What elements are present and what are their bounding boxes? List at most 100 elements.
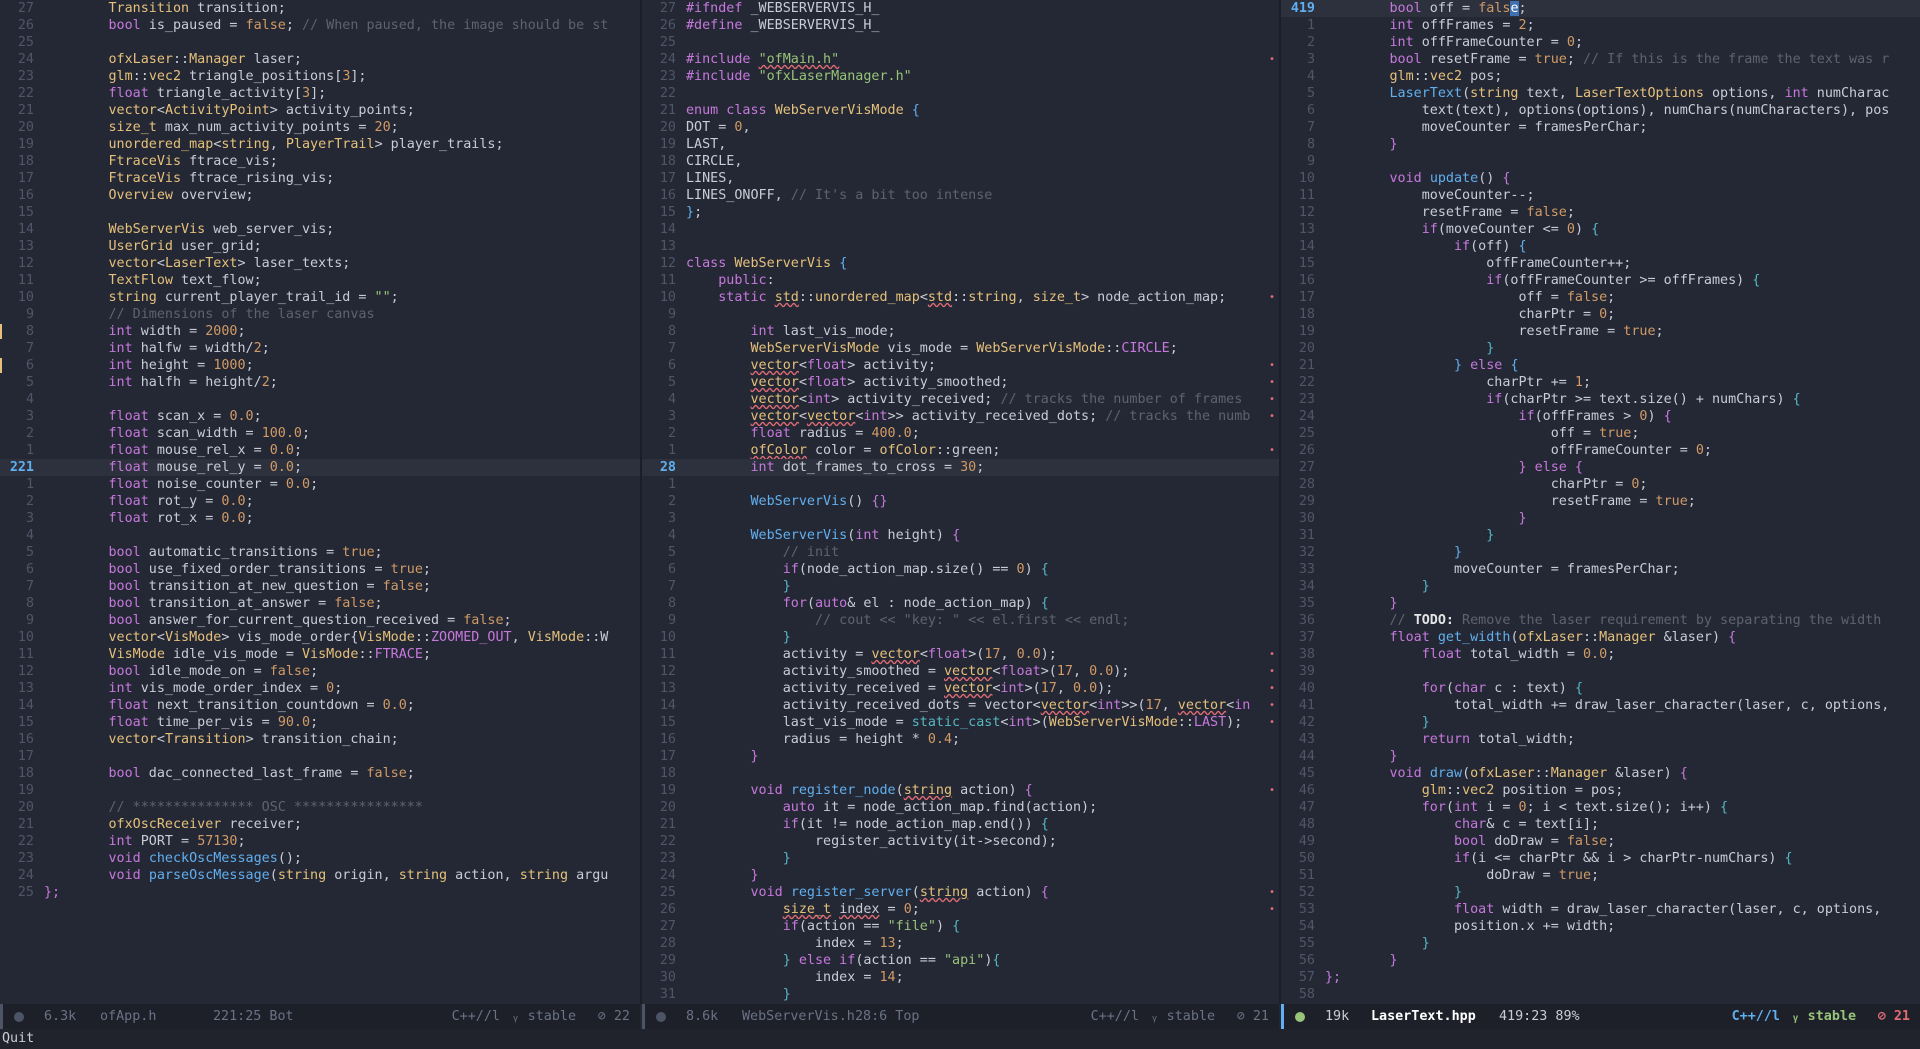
code-text[interactable]: // cout << "key: " << el.first << endl; [686, 612, 1129, 629]
code-line[interactable]: 57}; [1281, 969, 1920, 986]
code-line[interactable]: 18 charPtr = 0; [1281, 306, 1920, 323]
code-text[interactable]: if(charPtr >= text.size() + numChars) { [1325, 391, 1800, 408]
code-text[interactable]: bool idle_mode_on = false; [44, 663, 319, 680]
code-text[interactable]: WebServerVis() {} [686, 493, 888, 510]
code-line[interactable]: 18 [642, 765, 1279, 782]
code-text[interactable]: // *************** OSC **************** [44, 799, 423, 816]
code-line[interactable]: 11 VisMode idle_vis_mode = VisMode::FTRA… [0, 646, 640, 663]
code-line[interactable]: 40 for(char c : text) { [1281, 680, 1920, 697]
code-text[interactable]: total_width += draw_laser_character(lase… [1325, 697, 1889, 714]
code-text[interactable]: } [686, 850, 791, 867]
code-text[interactable]: void register_server(string action) { [686, 884, 1049, 901]
code-line[interactable]: 10 static std::unordered_map<std::string… [642, 289, 1279, 306]
code-line[interactable]: 21 ofxOscReceiver receiver; [0, 816, 640, 833]
code-line[interactable]: 4 WebServerVis(int height) { [642, 527, 1279, 544]
diagnostic-dot-icon[interactable]: • [1269, 51, 1275, 68]
code-text[interactable]: // TODO: Remove the laser requirement by… [1325, 612, 1882, 629]
code-line[interactable]: 8 int width = 2000; [0, 323, 640, 340]
code-text[interactable]: charPtr += 1; [1325, 374, 1591, 391]
code-line[interactable]: 1 float mouse_rel_x = 0.0; [0, 442, 640, 459]
code-line[interactable]: 56 } [1281, 952, 1920, 969]
code-line[interactable]: 27 Transition transition; [0, 0, 640, 17]
code-text[interactable]: doDraw = true; [1325, 867, 1599, 884]
code-line[interactable]: 46 glm::vec2 position = pos; [1281, 782, 1920, 799]
code-text[interactable]: float scan_width = 100.0; [44, 425, 311, 442]
code-line[interactable]: 22 charPtr += 1; [1281, 374, 1920, 391]
code-text[interactable]: vector<float> activity_smoothed; [686, 374, 1009, 391]
code-text[interactable]: } [1325, 510, 1526, 527]
diagnostic-dot-icon[interactable]: • [1269, 391, 1275, 408]
code-line[interactable]: 15 last_vis_mode = static_cast<int>(WebS… [642, 714, 1279, 731]
editor-pane-ofapp[interactable]: 27 Transition transition; 26 bool is_paus… [0, 0, 640, 1004]
diagnostic-dot-icon[interactable]: • [1269, 782, 1275, 799]
code-text[interactable]: off = false; [1325, 289, 1615, 306]
code-line[interactable]: 6 text(text), options(options), numChars… [1281, 102, 1920, 119]
language-mode[interactable]: C++//l [1732, 1004, 1780, 1029]
code-line[interactable]: 5 LaserText(string text, LaserTextOption… [1281, 85, 1920, 102]
code-text[interactable]: size_t index = 0; [686, 901, 920, 918]
language-mode[interactable]: C++//l [452, 1004, 500, 1029]
code-text[interactable]: bool resetFrame = true; // If this is th… [1325, 51, 1890, 68]
code-text[interactable]: charPtr = 0; [1325, 306, 1615, 323]
file-name[interactable]: ofApp.h [100, 1004, 156, 1029]
code-line[interactable]: 22 int PORT = 57130; [0, 833, 640, 850]
code-line[interactable]: 16 LINES_ONOFF, // It's a bit too intense [642, 187, 1279, 204]
code-line[interactable]: 20 // *************** OSC **************… [0, 799, 640, 816]
code-line[interactable]: 20 } [1281, 340, 1920, 357]
code-line[interactable]: 9 // cout << "key: " << el.first << endl… [642, 612, 1279, 629]
code-text[interactable]: } [686, 578, 791, 595]
code-line[interactable]: 10 void update() { [1281, 170, 1920, 187]
code-text[interactable]: if(moveCounter <= 0) { [1325, 221, 1599, 238]
code-text[interactable]: LaserText(string text, LaserTextOptions … [1325, 85, 1890, 102]
code-line[interactable]: 19 unordered_map<string, PlayerTrail> pl… [0, 136, 640, 153]
code-text[interactable]: for(int i = 0; i < text.size(); i++) { [1325, 799, 1728, 816]
code-text[interactable]: void checkOscMessages(); [44, 850, 303, 867]
code-line[interactable]: 7 int halfw = width/2; [0, 340, 640, 357]
code-line[interactable]: 21 enum class WebServerVisMode { [642, 102, 1279, 119]
code-line[interactable]: 23 } [642, 850, 1279, 867]
code-line[interactable]: 31 } [642, 986, 1279, 1003]
code-line[interactable]: 11 TextFlow text_flow; [0, 272, 640, 289]
code-line[interactable]: 51 doDraw = true; [1281, 867, 1920, 884]
code-line[interactable]: 19 resetFrame = true; [1281, 323, 1920, 340]
code-text[interactable]: register_activity(it->second); [686, 833, 1057, 850]
code-line[interactable]: 22 register_activity(it->second); [642, 833, 1279, 850]
code-line[interactable]: 20 size_t max_num_activity_points = 20; [0, 119, 640, 136]
code-line[interactable]: 38 float total_width = 0.0; [1281, 646, 1920, 663]
code-line[interactable]: 13 if(moveCounter <= 0) { [1281, 221, 1920, 238]
code-text[interactable]: bool transition_at_answer = false; [44, 595, 383, 612]
code-line[interactable]: 15}; [642, 204, 1279, 221]
git-branch[interactable]: ᵧ stable [1792, 1004, 1856, 1029]
code-line[interactable]: 43 return total_width; [1281, 731, 1920, 748]
code-text[interactable]: off = true; [1325, 425, 1640, 442]
code-text[interactable]: float mouse_rel_y = 0.0; [44, 459, 303, 476]
code-text[interactable]: } [1325, 952, 1398, 969]
code-line[interactable]: 7 bool transition_at_new_question = fals… [0, 578, 640, 595]
code-line[interactable]: 37 float get_width(ofxLaser::Manager &la… [1281, 629, 1920, 646]
code-text[interactable]: ofColor color = ofColor::green; [686, 442, 1001, 459]
code-text[interactable]: #include "ofMain.h" [686, 51, 839, 68]
code-line[interactable]: 12 class WebServerVis { [642, 255, 1279, 272]
code-line[interactable]: 35 } [1281, 595, 1920, 612]
code-text[interactable]: } else if(action == "api"){ [686, 952, 1001, 969]
code-line[interactable]: 24 if(offFrames > 0) { [1281, 408, 1920, 425]
code-line[interactable]: 32 } [1281, 544, 1920, 561]
code-text[interactable]: int halfh = height/2; [44, 374, 278, 391]
code-text[interactable]: #define _WEBSERVERVIS_H_ [686, 17, 880, 34]
code-line[interactable]: 1 ofColor color = ofColor::green; • [642, 442, 1279, 459]
code-line[interactable]: 39 [1281, 663, 1920, 680]
code-text[interactable]: void update() { [1325, 170, 1511, 187]
code-text[interactable]: UserGrid user_grid; [44, 238, 262, 255]
code-line[interactable]: 8 for(auto& el : node_action_map) { [642, 595, 1279, 612]
code-text[interactable]: } else { [1325, 459, 1583, 476]
code-line[interactable]: 29 resetFrame = true; [1281, 493, 1920, 510]
code-line[interactable]: 18 FtraceVis ftrace_vis; [0, 153, 640, 170]
code-text[interactable]: } [1325, 340, 1494, 357]
code-text[interactable]: activity_received_dots = vector<vector<i… [686, 697, 1251, 714]
code-text[interactable]: float next_transition_countdown = 0.0; [44, 697, 415, 714]
code-text[interactable]: void register_node(string action) { [686, 782, 1033, 799]
code-text[interactable]: float rot_y = 0.0; [44, 493, 254, 510]
diagnostic-dot-icon[interactable]: • [1269, 663, 1275, 680]
code-line[interactable]: 4 vector<int> activity_received; // trac… [642, 391, 1279, 408]
code-text[interactable]: if(action == "file") { [686, 918, 960, 935]
